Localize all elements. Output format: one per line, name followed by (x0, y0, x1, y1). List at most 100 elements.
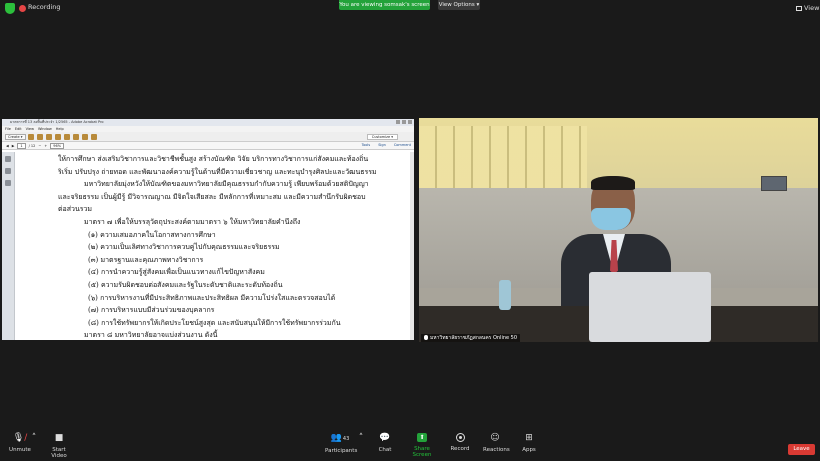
save-icon[interactable] (37, 134, 43, 140)
pdf-title-bar: มาตรการที่ 13 ลงพื้นที่ประจำ 1/2565 - Ad… (2, 119, 414, 126)
participant-name-label: มหาวิทยาลัยราชภัฏสกลนคร Online 50 (421, 334, 521, 342)
document-line: ริเริ่ม ปรับปรุง ถ่ายทอด และพัฒนาองค์ควา… (58, 167, 377, 176)
navigation-pane (2, 152, 15, 340)
chat-label: Chat (378, 447, 392, 453)
open-icon[interactable] (28, 134, 34, 140)
person-hair (591, 176, 635, 190)
sign-tab[interactable]: Sign (378, 143, 386, 147)
record-label: Record (450, 446, 470, 452)
start-video-label: Start Video (51, 447, 67, 459)
chat-bubble-icon: 💬 (379, 433, 391, 443)
document-line: มาตรา ๘ มหาวิทยาลัยอาจแบ่งส่วนงาน ดังนี้ (84, 331, 218, 340)
document-line: (๔) การนำความรู้สู่สังคมเพื่อเป็นแนวทางแ… (88, 268, 265, 277)
smiley-icon: ☺ (490, 433, 500, 443)
pdf-window-title: มาตรการที่ 13 ลงพื้นที่ประจำ 1/2565 - Ad… (10, 120, 104, 124)
document-line: ต่อส่วนรวม (58, 205, 93, 214)
toolbar-icons (28, 134, 97, 140)
start-video-button[interactable]: ■ Start Video (44, 432, 74, 459)
view-options-button[interactable]: View Options ▾ (438, 0, 480, 10)
document-line: ให้การศึกษา ส่งเสริมวิชาการและวิชาชีพชั้… (58, 155, 369, 163)
share-screen-button[interactable]: ⬆ Share Screen (406, 432, 438, 458)
share-screen-icon: ⬆ (417, 433, 427, 442)
document-scrollbar[interactable] (410, 152, 414, 340)
prev-page-icon[interactable]: ◀ (6, 144, 9, 148)
document-line: (๓) มาตรฐานและคุณภาพทางวิชาการ (88, 255, 204, 264)
reactions-label: Reactions (483, 447, 510, 453)
participants-count: 43 (342, 436, 350, 442)
recording-dot-icon (19, 5, 26, 12)
apps-label: Apps (522, 447, 536, 453)
microphone-muted-icon: 🎙/ (12, 433, 28, 443)
top-bar: Recording You are viewing somsak's scree… (0, 0, 820, 18)
window-controls (396, 120, 412, 124)
document-line: มาตรา ๗ เพื่อให้บรรลุวัตถุประสงค์ตามมาตร… (84, 217, 301, 226)
record-button[interactable]: Record (450, 432, 470, 452)
record-icon (455, 433, 465, 442)
participants-icon: 👥43 (330, 433, 350, 443)
document-line: (๕) ความรับผิดชอบต่อสังคมและรัฐในระดับชา… (88, 280, 283, 289)
document-line: มหาวิทยาลัยมุ่งหวังให้บัณฑิตของมหาวิทยาล… (84, 180, 369, 189)
stamp-icon[interactable] (82, 134, 88, 140)
chat-button[interactable]: 💬 Chat (376, 432, 394, 453)
recording-label[interactable]: Recording (28, 3, 61, 11)
unmute-label: Unmute (9, 447, 31, 453)
pdf-document-page: ให้การศึกษา ส่งเสริมวิชาการและวิชาชีพชั้… (16, 152, 412, 340)
tools-tab[interactable]: Tools (362, 143, 371, 147)
video-camera-off-icon: ■ (54, 433, 64, 443)
apps-grid-icon: ⊞ (525, 433, 533, 443)
caret-up-icon: ˄ (31, 433, 37, 443)
grid-view-icon (796, 6, 802, 11)
comment-icon[interactable] (73, 134, 79, 140)
caret-up-icon: ˄ (358, 433, 364, 443)
audio-options-button[interactable]: ˄ (30, 432, 38, 447)
document-line: และจริยธรรม เป็นผู้มีรู้ มีวิจารณญาณ มีจ… (58, 192, 366, 201)
close-icon[interactable] (408, 120, 412, 124)
settings-icon[interactable] (64, 134, 70, 140)
participants-label: Participants (325, 448, 358, 454)
maximize-icon[interactable] (402, 120, 406, 124)
reactions-button[interactable]: ☺ Reactions (483, 432, 510, 453)
pdf-toolbar: Create ▾ Customize ▾ (2, 132, 414, 142)
document-line: (๗) การบริหารแบบมีส่วนร่วมของบุคลากร (88, 306, 215, 315)
view-label: View (804, 4, 820, 12)
participant-name: มหาวิทยาลัยราชภัฏสกลนคร Online 50 (430, 335, 518, 341)
comment-tab[interactable]: Comment (394, 143, 411, 147)
zoom-out-icon[interactable]: − (38, 144, 41, 148)
security-shield-icon[interactable] (5, 3, 15, 14)
unmute-button[interactable]: 🎙/ Unmute (9, 432, 31, 453)
microphone-icon (424, 335, 428, 340)
page-total: / 12 (28, 144, 36, 148)
zoom-input[interactable]: 96% (50, 143, 65, 149)
apps-button[interactable]: ⊞ Apps (520, 432, 538, 453)
attachments-icon[interactable] (5, 180, 11, 186)
participants-button[interactable]: 👥43 Participants (325, 432, 358, 454)
video-laptop (589, 272, 711, 342)
document-line: (๖) การบริหารงานที่มีประสิทธิภาพและประสิ… (88, 293, 336, 302)
meeting-controls-bar: 🎙/ Unmute ˄ ■ Start Video 👥43 Participan… (0, 432, 820, 461)
zoom-in-icon[interactable]: + (44, 144, 47, 148)
sign-icon[interactable] (91, 134, 97, 140)
next-page-icon[interactable]: ▶ (12, 144, 15, 148)
minimize-icon[interactable] (396, 120, 400, 124)
page-navigation: ◀ ▶ 1 / 12 − + 96% (6, 143, 65, 149)
create-button[interactable]: Create ▾ (5, 134, 26, 140)
share-screen-label: Share Screen (412, 446, 432, 458)
participants-options-button[interactable]: ˄ (357, 432, 365, 447)
page-number-input[interactable]: 1 (17, 143, 26, 149)
pdf-panels: Tools Sign Comment (362, 143, 411, 147)
customize-dropdown[interactable]: Customize ▾ (366, 134, 398, 140)
pdf-nav-toolbar: ◀ ▶ 1 / 12 − + 96% Tools Sign Comment (2, 142, 414, 150)
customize-label: Customize (371, 135, 391, 139)
bookmarks-icon[interactable] (5, 168, 11, 174)
pages-thumbnail-icon[interactable] (5, 156, 11, 162)
shared-screen: มาตรการที่ 13 ลงพื้นที่ประจำ 1/2565 - Ad… (2, 119, 414, 340)
participant-video-tile[interactable]: มหาวิทยาลัยราชภัฏสกลนคร Online 50 (419, 118, 818, 342)
document-line: (๑) ความเสมอภาคในโอกาสทางการศึกษา (88, 230, 216, 239)
video-background-sign (761, 176, 787, 191)
leave-button[interactable]: Leave (788, 444, 815, 455)
print-icon[interactable] (46, 134, 52, 140)
document-line: (๒) ความเป็นเลิศทางวิชาการควบคู่ไปกับคุณ… (88, 243, 280, 252)
video-bottle (499, 280, 511, 310)
view-button[interactable]: View (796, 4, 819, 12)
email-icon[interactable] (55, 134, 61, 140)
